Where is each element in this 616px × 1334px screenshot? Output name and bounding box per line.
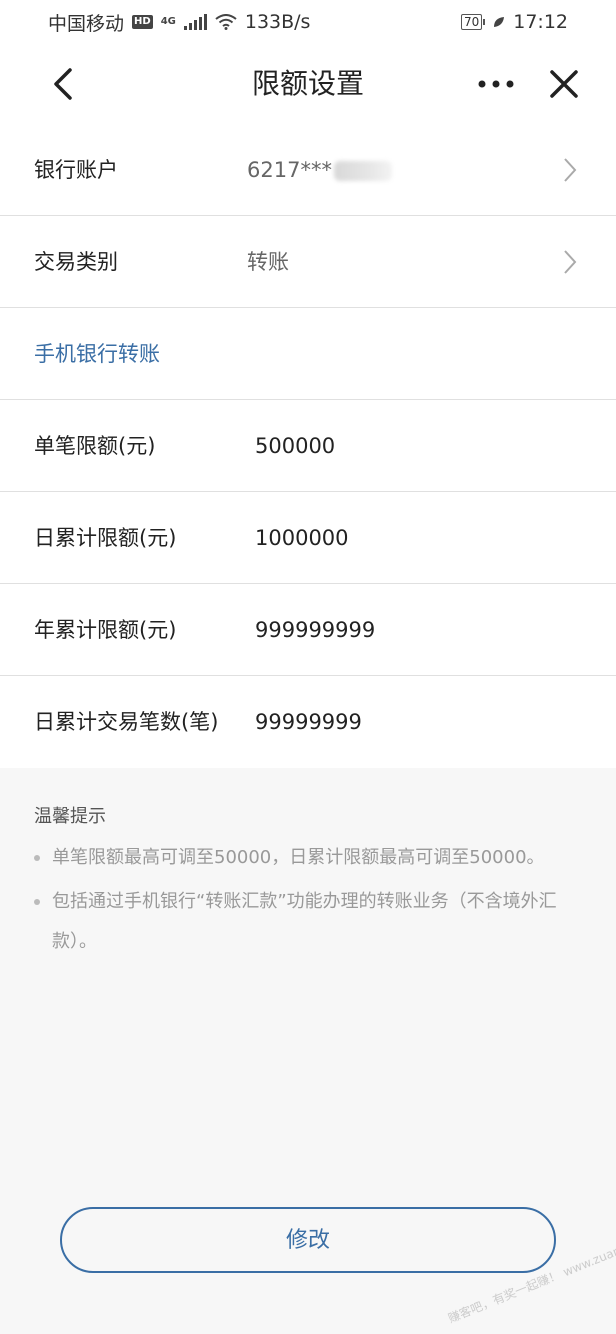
daily-limit-value: 1000000: [255, 526, 349, 550]
limit-row-daily: 日累计限额(元) 1000000: [0, 492, 616, 584]
daily-count-label: 日累计交易笔数(笔): [34, 710, 219, 734]
back-button[interactable]: [44, 64, 84, 104]
bank-account-row[interactable]: 银行账户 6217***: [0, 124, 616, 216]
close-icon: [550, 70, 578, 98]
more-button[interactable]: [474, 64, 518, 104]
network-type: 4G: [160, 16, 176, 27]
status-time: 17:12: [513, 11, 568, 33]
tips-section: 温馨提示 单笔限额最高可调至50000，日累计限额最高可调至50000。 包括通…: [34, 800, 594, 962]
net-speed: 133B/s: [244, 11, 311, 33]
signal-icon: [183, 14, 207, 30]
section-header-title: 手机银行转账: [34, 342, 160, 366]
more-horizontal-icon: [478, 80, 514, 88]
page-title: 限额设置: [251, 67, 364, 100]
daily-count-value: 99999999: [255, 710, 362, 734]
masked-digits: [333, 161, 392, 181]
limit-row-yearly: 年累计限额(元) 999999999: [0, 584, 616, 676]
close-button[interactable]: [544, 64, 584, 104]
carrier-name: 中国移动: [48, 12, 125, 35]
bank-account-number: 6217***: [247, 158, 332, 182]
transaction-type-row[interactable]: 交易类别 转账: [0, 216, 616, 308]
bullet-icon: [34, 855, 40, 861]
section-header: 手机银行转账: [0, 308, 616, 400]
chevron-left-icon: [54, 68, 72, 100]
limit-row-single: 单笔限额(元) 500000: [0, 400, 616, 492]
tips-title: 温馨提示: [34, 806, 106, 827]
single-limit-value: 500000: [255, 434, 336, 458]
status-left: 中国移动 HD 4G 133B/s: [48, 9, 310, 36]
status-right: 70 17:12: [460, 11, 568, 33]
bullet-icon: [34, 899, 40, 905]
account-group: 银行账户 6217*** 交易类别 转账 手机银行转账 单笔限额(元) 5000…: [0, 124, 616, 768]
tip-text: 单笔限额最高可调至50000，日累计限额最高可调至50000。: [52, 847, 545, 868]
daily-limit-label: 日累计限额(元): [34, 526, 177, 550]
wifi-icon: [215, 14, 237, 30]
modify-button[interactable]: 修改: [60, 1207, 556, 1273]
nav-bar: 限额设置: [0, 44, 616, 124]
hd-badge: HD: [132, 15, 153, 29]
limit-row-daily-count: 日累计交易笔数(笔) 99999999: [0, 676, 616, 768]
bank-account-value: 6217***: [247, 124, 392, 216]
tip-item: 包括通过手机银行“转账汇款”功能办理的转账业务（不含境外汇款）。: [34, 882, 594, 962]
tip-item: 单笔限额最高可调至50000，日累计限额最高可调至50000。: [34, 838, 594, 878]
leaf-icon: [494, 17, 505, 27]
battery-level: 70: [460, 14, 483, 30]
transaction-type-value: 转账: [247, 250, 289, 274]
chevron-right-icon: [564, 250, 577, 274]
status-bar: 中国移动 HD 4G 133B/s 70 17:12: [0, 0, 616, 44]
tip-text: 包括通过手机银行“转账汇款”功能办理的转账业务（不含境外汇款）。: [52, 891, 557, 952]
battery-icon: 70: [460, 14, 486, 30]
chevron-right-icon: [564, 158, 577, 182]
yearly-limit-value: 999999999: [255, 618, 376, 642]
yearly-limit-label: 年累计限额(元): [34, 618, 177, 642]
transaction-type-label: 交易类别: [34, 250, 118, 274]
single-limit-label: 单笔限额(元): [34, 434, 156, 458]
bank-account-label: 银行账户: [34, 158, 118, 182]
